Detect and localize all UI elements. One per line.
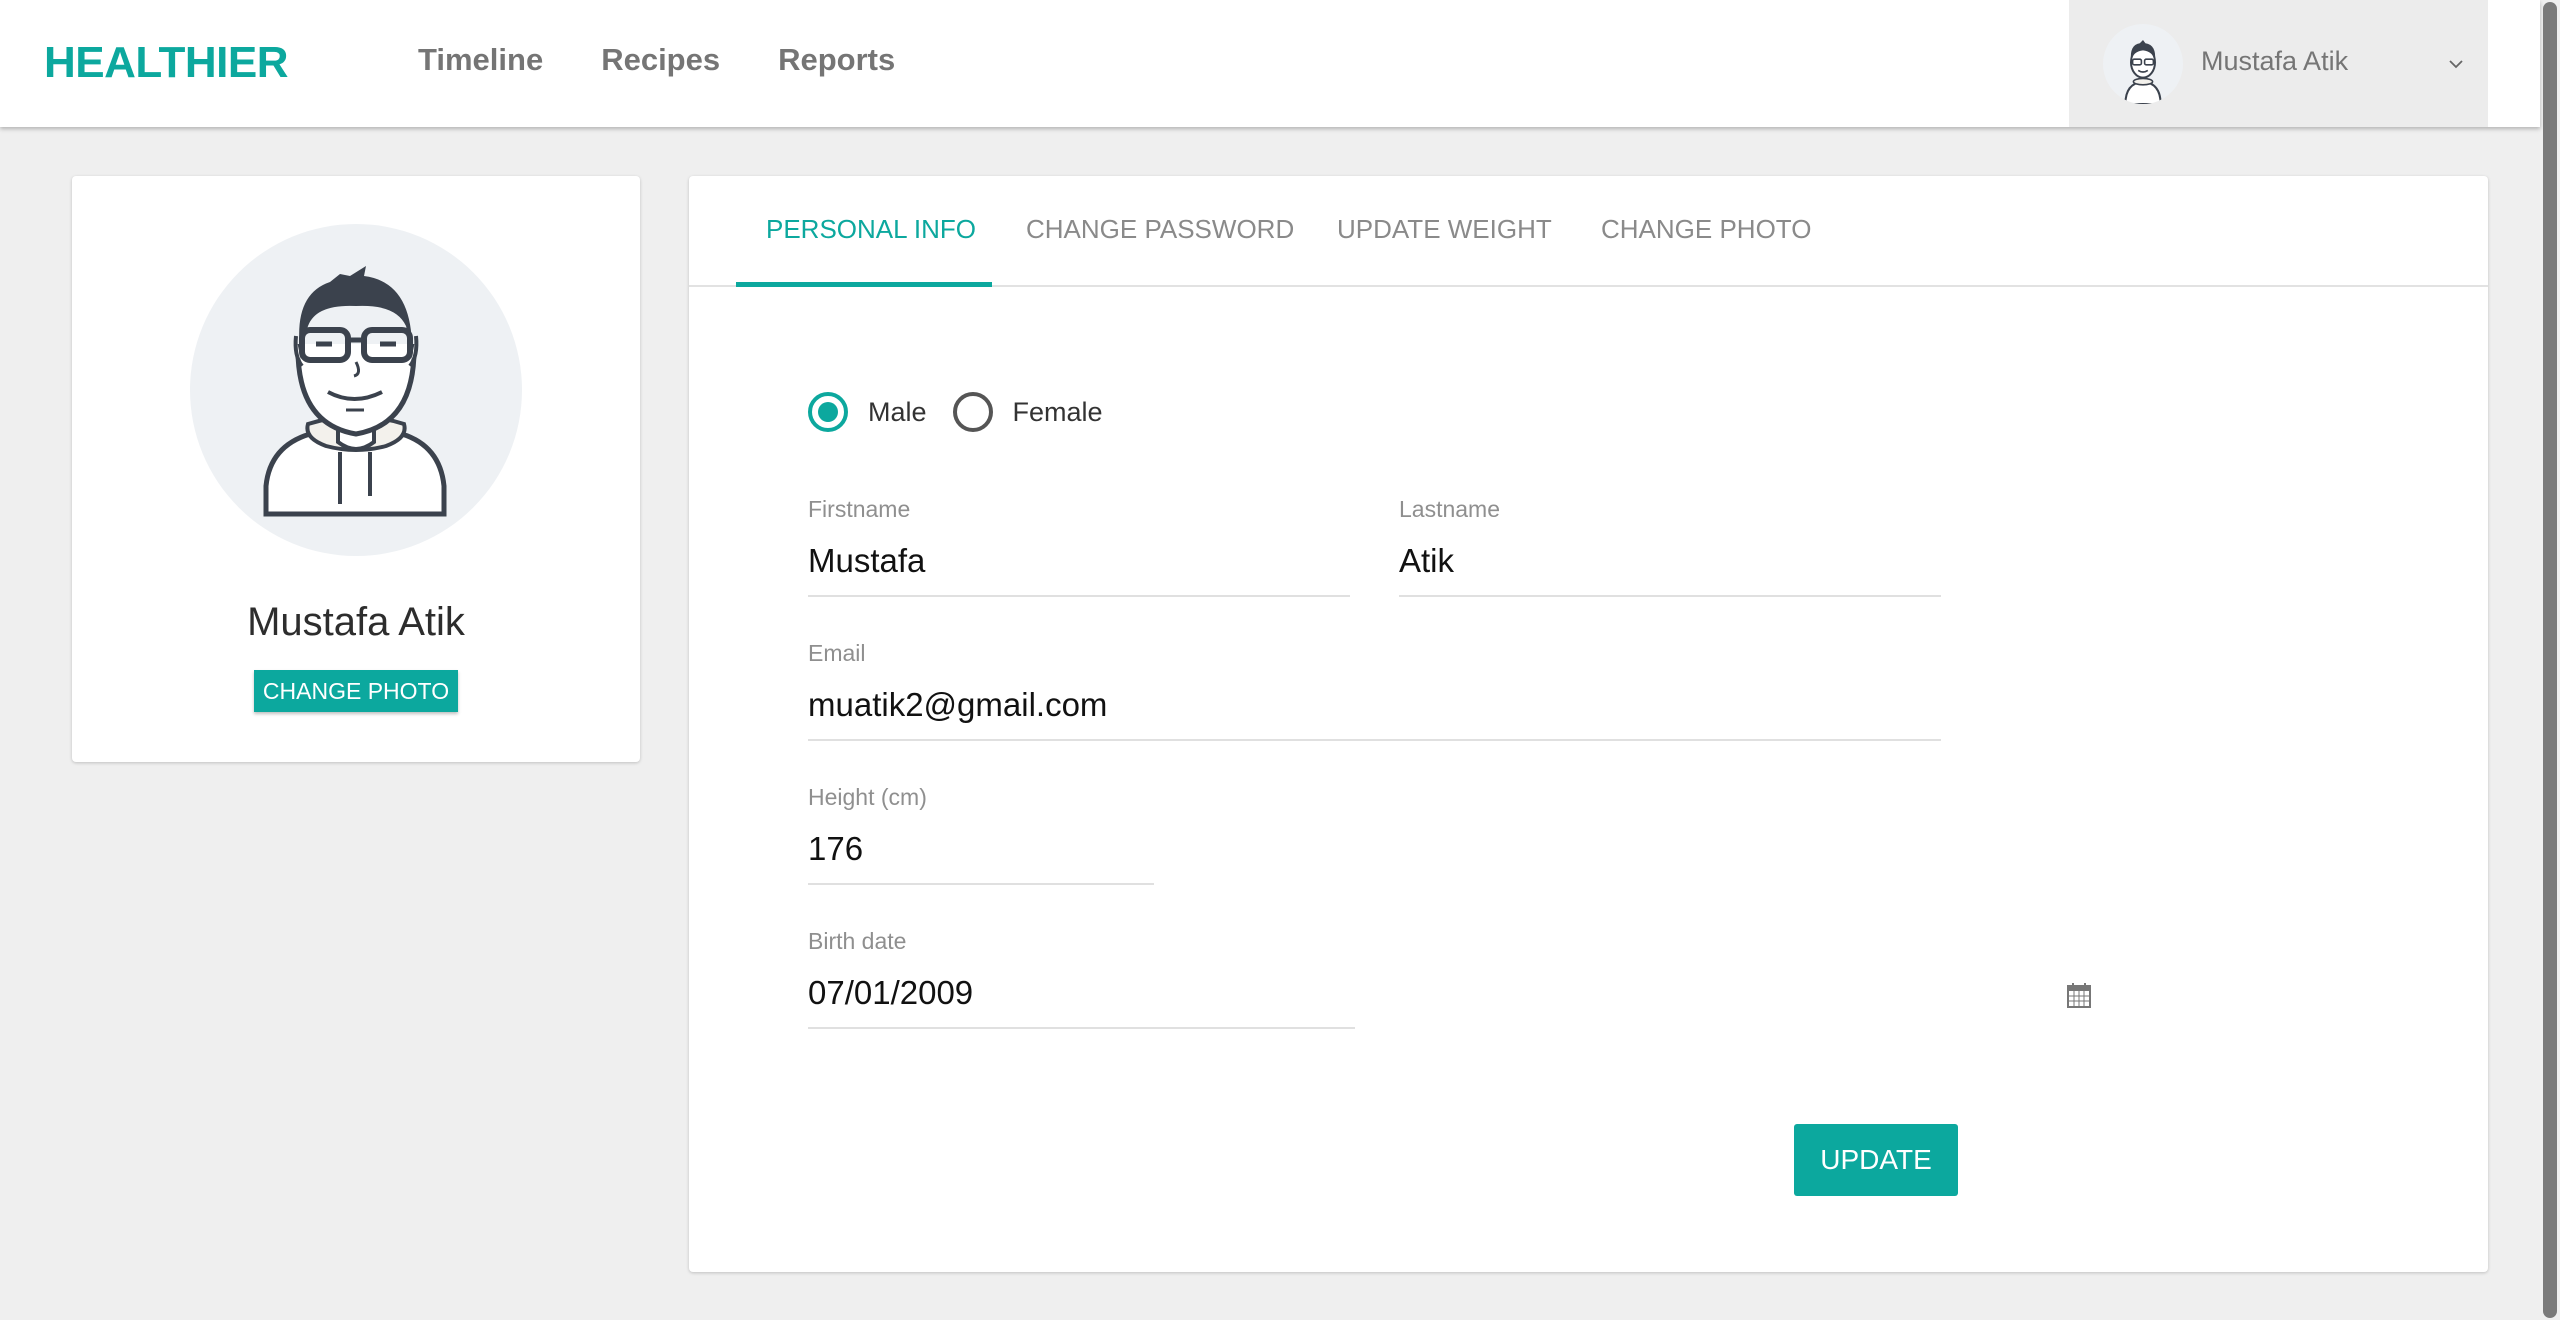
tab-personal-info[interactable]: PERSONAL INFO (766, 176, 976, 287)
height-label: Height (cm) (808, 784, 927, 810)
nav-recipes[interactable]: Recipes (601, 42, 720, 78)
profile-name: Mustafa Atik (247, 600, 465, 644)
brand-logo[interactable]: HEALTHIER (44, 38, 289, 88)
tab-change-password[interactable]: CHANGE PASSWORD (1026, 176, 1294, 287)
firstname-input[interactable] (808, 539, 1350, 583)
top-navbar: HEALTHIER Timeline Recipes Reports Musta… (0, 0, 2540, 127)
settings-card: PERSONAL INFO CHANGE PASSWORD UPDATE WEI… (689, 176, 2488, 1272)
email-input[interactable] (808, 683, 1941, 727)
user-avatar-icon (2103, 24, 2183, 104)
height-input[interactable] (808, 827, 1154, 871)
lastname-input[interactable] (1399, 539, 1941, 583)
user-menu-dropdown[interactable]: Mustafa Atik (2069, 0, 2488, 127)
gender-male-radio[interactable]: Male (808, 392, 927, 432)
change-photo-button[interactable]: CHANGE PHOTO (254, 670, 458, 712)
birthdate-field: Birth date (808, 928, 1355, 1029)
lastname-label: Lastname (1399, 496, 1501, 522)
tab-update-weight[interactable]: UPDATE WEIGHT (1337, 176, 1552, 287)
chevron-down-icon (2449, 60, 2463, 69)
active-tab-indicator (736, 282, 992, 287)
lastname-field: Lastname (1399, 496, 1941, 597)
firstname-underline (808, 595, 1350, 597)
radio-label-female: Female (1012, 396, 1103, 427)
height-underline (808, 883, 1154, 885)
birthdate-label: Birth date (808, 928, 907, 954)
gender-female-radio[interactable]: Female (952, 392, 1103, 432)
update-button[interactable]: UPDATE (1794, 1124, 1958, 1196)
lastname-underline (1399, 595, 1941, 597)
vertical-scrollbar[interactable] (2543, 2, 2557, 1318)
gender-radio-group: Male Female (808, 392, 1129, 432)
profile-card: Mustafa Atik CHANGE PHOTO (72, 176, 640, 762)
firstname-field: Firstname (808, 496, 1350, 597)
email-underline (808, 739, 1941, 741)
nav-reports[interactable]: Reports (778, 42, 895, 78)
nav-timeline[interactable]: Timeline (418, 42, 543, 78)
radio-unchecked-icon[interactable] (952, 392, 993, 432)
radio-checked-icon[interactable] (808, 392, 848, 432)
profile-avatar-icon (190, 224, 522, 556)
main-nav: Timeline Recipes Reports (418, 42, 895, 78)
tab-bar: PERSONAL INFO CHANGE PASSWORD UPDATE WEI… (689, 176, 2488, 287)
email-label: Email (808, 640, 866, 666)
radio-label-male: Male (868, 396, 927, 427)
birthdate-underline (808, 1027, 1355, 1029)
firstname-label: Firstname (808, 496, 911, 522)
user-name: Mustafa Atik (2201, 46, 2349, 76)
email-field: Email (808, 640, 1941, 741)
height-field: Height (cm) (808, 784, 1154, 885)
calendar-icon[interactable] (2067, 982, 2091, 1008)
tab-change-photo[interactable]: CHANGE PHOTO (1601, 176, 1811, 287)
birthdate-input[interactable] (808, 971, 1355, 1015)
